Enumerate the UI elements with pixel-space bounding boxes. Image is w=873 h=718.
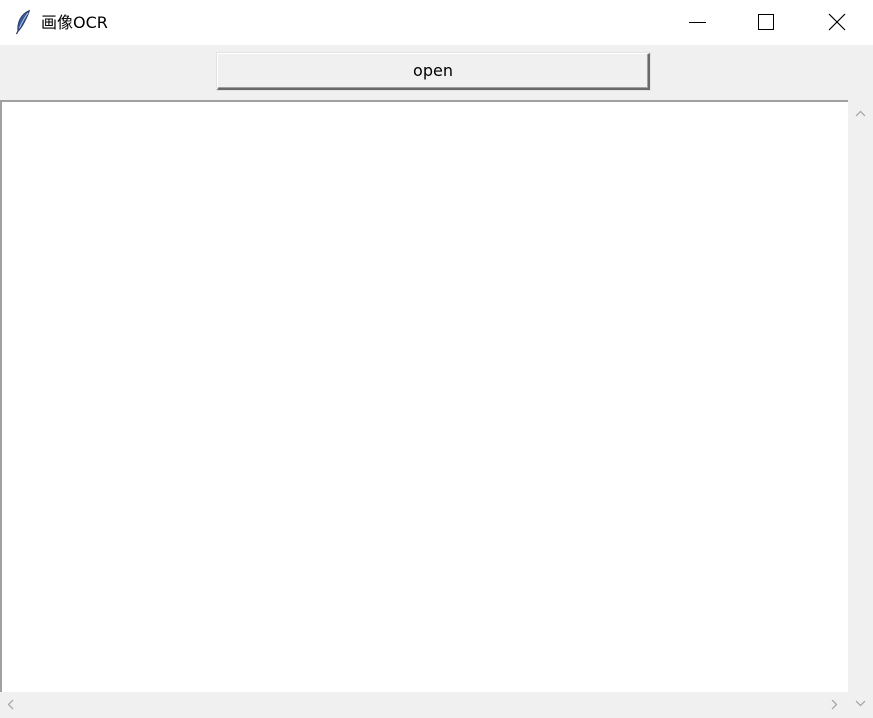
title-bar[interactable]: 画像OCR bbox=[0, 0, 873, 45]
window-title: 画像OCR bbox=[41, 13, 108, 32]
feather-icon bbox=[14, 9, 32, 35]
open-button[interactable]: open bbox=[217, 53, 650, 90]
horizontal-scrollbar[interactable] bbox=[0, 692, 848, 718]
scroll-right-icon[interactable] bbox=[826, 696, 843, 713]
scroll-down-icon[interactable] bbox=[852, 695, 869, 712]
ocr-text-area[interactable] bbox=[0, 100, 848, 692]
minimize-button[interactable] bbox=[664, 0, 733, 45]
app-window: 画像OCR open bbox=[0, 0, 873, 718]
close-icon bbox=[828, 13, 846, 31]
scroll-up-icon[interactable] bbox=[852, 105, 869, 122]
maximize-icon bbox=[758, 14, 774, 30]
vertical-scrollbar[interactable] bbox=[848, 100, 873, 718]
minimize-icon bbox=[689, 22, 706, 23]
close-button[interactable] bbox=[802, 0, 871, 45]
scroll-left-icon[interactable] bbox=[2, 696, 19, 713]
maximize-button[interactable] bbox=[733, 0, 802, 45]
